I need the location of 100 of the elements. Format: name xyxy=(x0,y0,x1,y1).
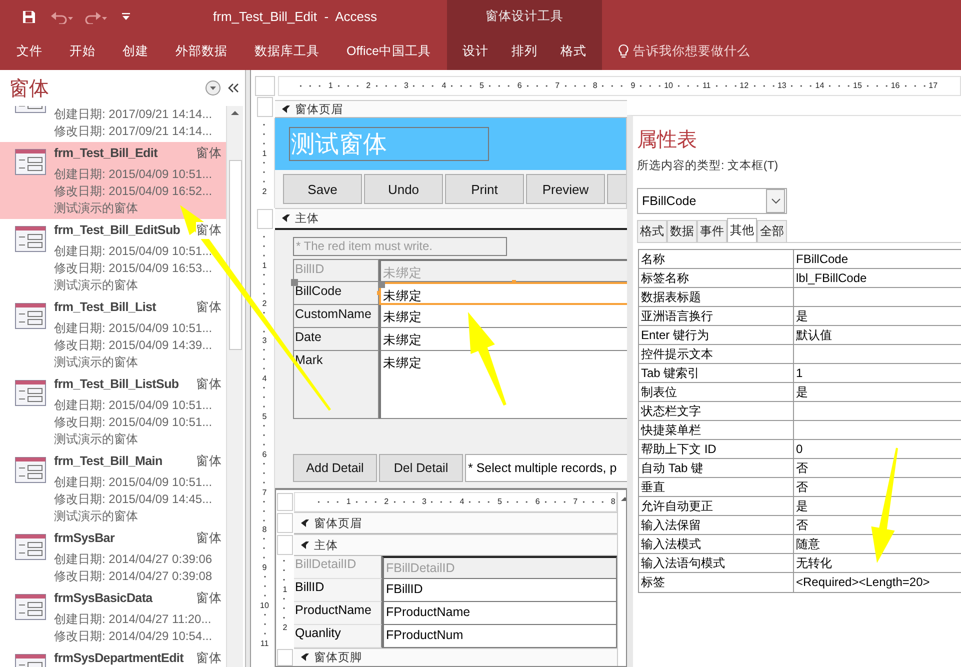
section-bar[interactable]: 窗体页眉 xyxy=(275,100,627,118)
property-value[interactable]: 随意 xyxy=(794,535,961,553)
customize-icon[interactable] xyxy=(122,12,130,21)
property-value[interactable]: 0 xyxy=(794,440,961,458)
ribbon-tab[interactable]: 排列 xyxy=(506,33,544,70)
hint-label[interactable]: * Select multiple records, p xyxy=(465,454,627,482)
field-label[interactable]: ProductName xyxy=(294,602,382,625)
property-value[interactable]: 1 xyxy=(794,364,961,382)
ribbon-tab[interactable]: 外部数据 xyxy=(162,33,241,70)
section-marker-icon xyxy=(300,518,310,528)
property-name: 自动 Tab 键 xyxy=(639,459,794,477)
form-button[interactable]: Save xyxy=(283,174,362,204)
property-value[interactable]: FBillCode xyxy=(794,250,961,268)
form-name: frmSysDepartmentEdit xyxy=(54,651,184,665)
object-type: 窗体 xyxy=(196,376,222,393)
ribbon-tab[interactable]: 创建 xyxy=(109,33,162,70)
form-description: 测试演示的窗体 xyxy=(54,277,139,294)
form-selector[interactable] xyxy=(255,76,275,96)
undo-icon[interactable] xyxy=(50,10,74,24)
property-name: 输入法语句模式 xyxy=(639,554,794,572)
property-value[interactable]: <Required><Length=20> xyxy=(794,573,961,592)
created-date: 创建日期: 2014/04/27 0:39:06 xyxy=(54,551,214,568)
nav-item[interactable]: frmSysDepartmentEdit 窗体 xyxy=(0,647,226,667)
ribbon-tab[interactable]: 开始 xyxy=(56,33,109,70)
collapse-icon[interactable] xyxy=(228,83,239,93)
nav-item[interactable]: frm_Test_Bill_List 窗体 创建日期: 2015/04/09 10:51... 修改日期: 2015/04/09 14:39... 测试演示的窗体 xyxy=(0,296,226,373)
property-value[interactable]: 否 xyxy=(794,459,961,477)
property-value[interactable]: 是 xyxy=(794,307,961,325)
nav-item[interactable]: frm_Test_Bill_Edit 窗体 创建日期: 2015/04/09 10:51... 修改日期: 2015/04/09 16:52... 测试演示的窗体 xyxy=(0,142,226,219)
redo-icon[interactable] xyxy=(84,10,108,24)
section-selector[interactable] xyxy=(277,535,293,555)
form-button[interactable]: Undo xyxy=(364,174,443,204)
dropdown-icon[interactable] xyxy=(205,80,221,96)
property-sheet-title: 属性表 xyxy=(637,128,697,153)
property-value[interactable]: lbl_FBillCode xyxy=(794,269,961,287)
ribbon-tab[interactable]: 数据库工具 xyxy=(241,33,333,70)
nav-item[interactable]: frmSysBasicData 窗体 创建日期: 2014/04/27 11:20... 修改日期: 2014/04/29 10:54... xyxy=(0,587,226,647)
text-box[interactable]: 未绑定 xyxy=(379,351,627,419)
ribbon-tab[interactable]: Office中国工具 xyxy=(333,33,444,70)
property-tab[interactable]: 其他 xyxy=(727,218,757,242)
property-name: 控件提示文本 xyxy=(639,345,794,363)
text-box[interactable]: 未绑定 xyxy=(379,328,627,351)
section-selector[interactable] xyxy=(277,513,293,533)
nav-item[interactable]: frm_Test_Bill_Main 窗体 创建日期: 2015/04/09 10:51... 修改日期: 2015/04/09 14:45... 测试演示的窗体 xyxy=(0,450,226,527)
form-button[interactable]: Add Detail xyxy=(293,454,377,482)
nav-item[interactable]: 创建日期: 2017/09/21 14:14... 修改日期: 2017/09/21 14:14... xyxy=(0,106,226,142)
section-selector[interactable] xyxy=(277,649,293,666)
property-tab[interactable]: 数据 xyxy=(667,220,697,242)
form-button[interactable]: Del Detail xyxy=(379,454,463,482)
form-icon xyxy=(15,457,46,483)
property-tab[interactable]: 全部 xyxy=(757,220,787,242)
section-bar[interactable]: 主体 xyxy=(275,208,627,230)
tell-me-search[interactable]: 告诉我你想要做什么 xyxy=(633,43,750,60)
object-selector[interactable]: FBillCode xyxy=(637,188,787,214)
property-name: 允许自动更正 xyxy=(639,497,794,515)
property-value[interactable]: 无转化 xyxy=(794,554,961,572)
nav-item[interactable]: frm_Test_Bill_ListSub 窗体 创建日期: 2015/04/09 10:51... 修改日期: 2015/04/09 10:51... 测试演示的窗体 xyxy=(0,373,226,450)
modified-date: 修改日期: 2015/04/09 16:53... xyxy=(54,260,214,277)
field-label[interactable]: Quanlity xyxy=(294,625,382,648)
ruler: 1 2 3 4 5 6 7 8 xyxy=(294,492,618,512)
section-marker-icon xyxy=(281,104,291,114)
ribbon-tab[interactable]: 文件 xyxy=(3,33,56,70)
property-name: 亚洲语言换行 xyxy=(639,307,794,325)
scrollbar[interactable] xyxy=(226,106,243,667)
text-box[interactable]: FBillID xyxy=(382,579,618,602)
property-name: Tab 键索引 xyxy=(639,364,794,382)
section-selector[interactable] xyxy=(257,97,273,117)
section-bar[interactable]: 主体 xyxy=(294,534,618,556)
section-bar[interactable]: 窗体页脚 xyxy=(294,648,618,666)
created-date: 创建日期: 2014/04/27 11:20... xyxy=(54,611,212,628)
window-title: frm_Test_Bill_Edit - Access xyxy=(213,9,377,24)
form-button[interactable]: Preview xyxy=(526,174,605,204)
text-box[interactable]: FProductName xyxy=(382,602,618,625)
text-box[interactable]: FProductNum xyxy=(382,625,618,648)
property-name: 帮助上下文 ID xyxy=(639,440,794,458)
property-name: 标签名称 xyxy=(639,269,794,287)
property-name: 数据表标题 xyxy=(639,288,794,306)
property-value[interactable]: 默认值 xyxy=(794,326,961,344)
property-tab[interactable]: 事件 xyxy=(697,220,727,242)
form-name: frm_Test_Bill_Edit xyxy=(54,146,158,160)
property-tab[interactable]: 格式 xyxy=(637,220,667,242)
property-value[interactable]: 否 xyxy=(794,478,961,496)
property-value[interactable]: 否 xyxy=(794,516,961,534)
property-value[interactable]: 是 xyxy=(794,497,961,515)
section-selector[interactable] xyxy=(257,209,273,229)
section-marker-icon xyxy=(281,214,291,223)
form-selector[interactable] xyxy=(277,493,293,511)
nav-item[interactable]: frmSysBar 窗体 创建日期: 2014/04/27 0:39:06 修改日期: 2014/04/27 0:39:08 xyxy=(0,527,226,587)
property-value[interactable]: 是 xyxy=(794,383,961,401)
section-bar[interactable]: 窗体页眉 xyxy=(294,512,618,534)
save-icon[interactable] xyxy=(22,10,36,24)
object-type: 窗体 xyxy=(196,650,222,667)
ribbon-tab[interactable]: 设计 xyxy=(456,33,494,70)
field-label[interactable]: BillID xyxy=(294,579,382,602)
text-box[interactable]: 未绑定 xyxy=(379,282,627,305)
form-button[interactable]: Print xyxy=(445,174,524,204)
ribbon-tab[interactable]: 格式 xyxy=(554,33,592,70)
text-box[interactable]: 未绑定 xyxy=(379,305,627,328)
lightbulb-icon xyxy=(618,44,629,59)
modified-date: 修改日期: 2015/04/09 14:45... xyxy=(54,491,214,508)
